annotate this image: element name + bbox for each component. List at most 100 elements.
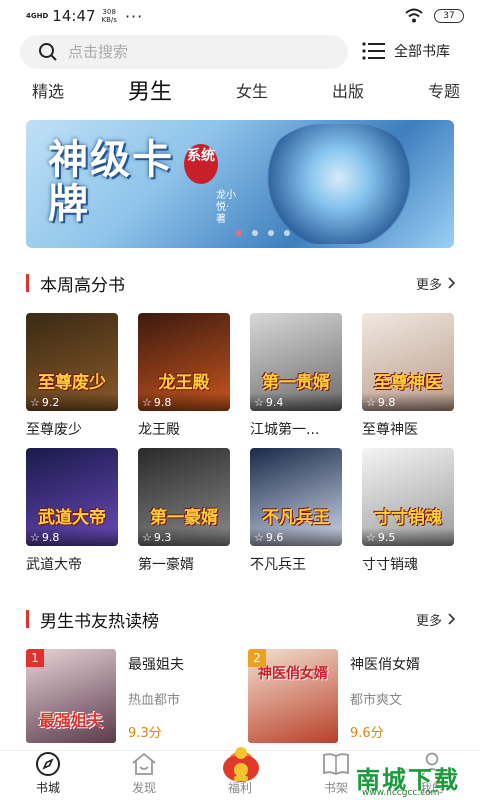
rank-category: 都市爽文 [350, 693, 403, 708]
book-card[interactable]: 寸寸销魂 ☆ 9.5 寸寸销魂 [362, 448, 454, 574]
weekly-books-row-1: 至尊废少 ☆ 9.2 至尊废少 龙王殿 ☆ 9.8 龙王殿 第一贵婿 ☆ 9.4 江城第一... 至尊神… [26, 313, 456, 439]
star-icon: ☆ [142, 395, 152, 409]
book-card[interactable]: 不凡兵王 ☆ 9.6 不凡兵王 [250, 448, 342, 574]
book-title: 龙王殿 [138, 422, 180, 438]
star-icon: ☆ [254, 395, 264, 409]
rank-badge: 1 [26, 649, 44, 667]
banner-title: 神级卡牌 [48, 137, 174, 227]
rank-item[interactable]: 最强姐夫 1 最强姐夫 热血都市 9.3分 [26, 649, 236, 743]
search-row: 全部书库 [0, 35, 480, 69]
rating-value: 9.8 [153, 395, 172, 409]
book-icon [323, 753, 349, 776]
book-title: 武道大帝 [26, 557, 82, 573]
book-title: 第一豪婿 [138, 557, 194, 573]
book-card[interactable]: 第一豪婿 ☆ 9.3 第一豪婿 [138, 448, 230, 574]
rating-value: 9.3 [153, 530, 172, 544]
star-icon: ☆ [30, 395, 40, 409]
book-card[interactable]: 至尊神医 ☆ 9.8 至尊神医 [362, 313, 454, 439]
cover-title: 第一贵婿 [262, 373, 330, 393]
book-card[interactable]: 龙王殿 ☆ 9.8 龙王殿 [138, 313, 230, 439]
book-cover: 武道大帝 ☆ 9.8 [26, 448, 118, 546]
rating-value: 9.6 [265, 530, 284, 544]
rank-category: 热血都市 [128, 693, 181, 708]
more-label: 更多 [415, 613, 442, 629]
rating-badge: ☆ 9.5 [362, 528, 454, 546]
cover-title: 第一豪婿 [150, 508, 218, 528]
star-icon: ☆ [254, 530, 264, 544]
rating-badge: ☆ 9.8 [362, 393, 454, 411]
book-cover: 至尊废少 ☆ 9.2 [26, 313, 118, 411]
tab-publish[interactable]: 出版 [332, 78, 364, 102]
rank-title: 神医俏女婿 [350, 657, 420, 673]
wifi-icon [405, 8, 423, 23]
gift-bag-icon[interactable] [216, 738, 266, 784]
book-cover: 神医俏女婿 2 [248, 649, 338, 743]
rating-badge: ☆ 9.6 [250, 528, 342, 546]
cover-title: 至尊神医 [374, 373, 442, 393]
rating-value: 9.8 [377, 395, 396, 409]
book-cover: 第一豪婿 ☆ 9.3 [138, 448, 230, 546]
compass-icon [36, 752, 60, 776]
rank-badge: 2 [248, 649, 266, 667]
tab-female[interactable]: 女生 [236, 78, 268, 102]
cover-title: 最强姐夫 [38, 711, 103, 730]
clock: 14:47 [52, 7, 96, 25]
search-icon [39, 43, 57, 61]
cover-title: 武道大帝 [38, 508, 106, 528]
carousel-indicator [236, 230, 290, 236]
section-accent-bar [26, 610, 29, 628]
rating-badge: ☆ 9.8 [26, 528, 118, 546]
book-cover: 至尊神医 ☆ 9.8 [362, 313, 454, 411]
category-tabs: 精选 男生 女生 出版 专题 [0, 72, 480, 108]
status-bar: 4GHD 14:47 308 KB/s ··· 37 [0, 0, 480, 32]
search-box[interactable] [20, 35, 348, 69]
section-accent-bar [26, 274, 29, 292]
cover-title: 至尊废少 [38, 373, 106, 393]
section-title: 本周高分书 [40, 275, 125, 296]
book-card[interactable]: 至尊废少 ☆ 9.2 至尊废少 [26, 313, 118, 439]
book-card[interactable]: 武道大帝 ☆ 9.8 武道大帝 [26, 448, 118, 574]
cover-title: 不凡兵王 [262, 508, 330, 528]
all-library-button[interactable]: 全部书库 [362, 41, 450, 61]
site-watermark: 南城下载 www.nccgcc.com [356, 760, 474, 798]
book-title: 至尊废少 [26, 422, 82, 438]
weekly-section-header: 本周高分书 更多 [26, 272, 456, 296]
cover-title: 龙王殿 [158, 373, 210, 393]
nav-label: 书城 [35, 781, 60, 795]
chevron-right-icon [448, 277, 456, 289]
rank-item[interactable]: 神医俏女婿 2 神医俏女婿 都市爽文 9.6分 [248, 649, 458, 743]
nav-discover[interactable]: 发现 [96, 751, 192, 800]
search-input[interactable] [68, 43, 298, 61]
book-title: 寸寸销魂 [362, 557, 418, 573]
rating-value: 9.4 [265, 395, 284, 409]
book-cover: 寸寸销魂 ☆ 9.5 [362, 448, 454, 546]
weekly-books-row-2: 武道大帝 ☆ 9.8 武道大帝 第一豪婿 ☆ 9.3 第一豪婿 不凡兵王 ☆ 9.6 不凡兵王 寸寸销魂… [26, 448, 456, 574]
star-icon: ☆ [30, 530, 40, 544]
tab-topics[interactable]: 专题 [428, 78, 460, 102]
rating-value: 9.5 [377, 530, 396, 544]
book-cover: 不凡兵王 ☆ 9.6 [250, 448, 342, 546]
book-cover: 龙王殿 ☆ 9.8 [138, 313, 230, 411]
carousel-dot [284, 230, 290, 236]
book-cover: 最强姐夫 1 [26, 649, 116, 743]
nav-label: 发现 [131, 781, 156, 795]
list-menu-icon [362, 42, 385, 60]
rating-value: 9.8 [41, 530, 60, 544]
weekly-more-link[interactable]: 更多 [416, 274, 456, 293]
nav-bookstore[interactable]: 书城 [0, 751, 96, 800]
rank-score: 9.6分 [350, 726, 384, 741]
cover-title: 寸寸销魂 [374, 508, 442, 528]
book-title: 至尊神医 [362, 422, 418, 438]
promo-banner[interactable]: 神级卡牌 系统 龙小悦·著 [26, 120, 454, 248]
rating-badge: ☆ 9.3 [138, 528, 230, 546]
home-icon [132, 752, 156, 775]
book-card[interactable]: 第一贵婿 ☆ 9.4 江城第一... [250, 313, 342, 439]
more-label: 更多 [415, 277, 442, 293]
chevron-right-icon [448, 613, 456, 625]
rating-badge: ☆ 9.2 [26, 393, 118, 411]
tab-featured[interactable]: 精选 [32, 78, 64, 102]
nav-label: 书架 [323, 781, 348, 795]
tab-male[interactable]: 男生 [128, 74, 172, 106]
rating-value: 9.2 [41, 395, 60, 409]
hot-more-link[interactable]: 更多 [416, 610, 456, 629]
